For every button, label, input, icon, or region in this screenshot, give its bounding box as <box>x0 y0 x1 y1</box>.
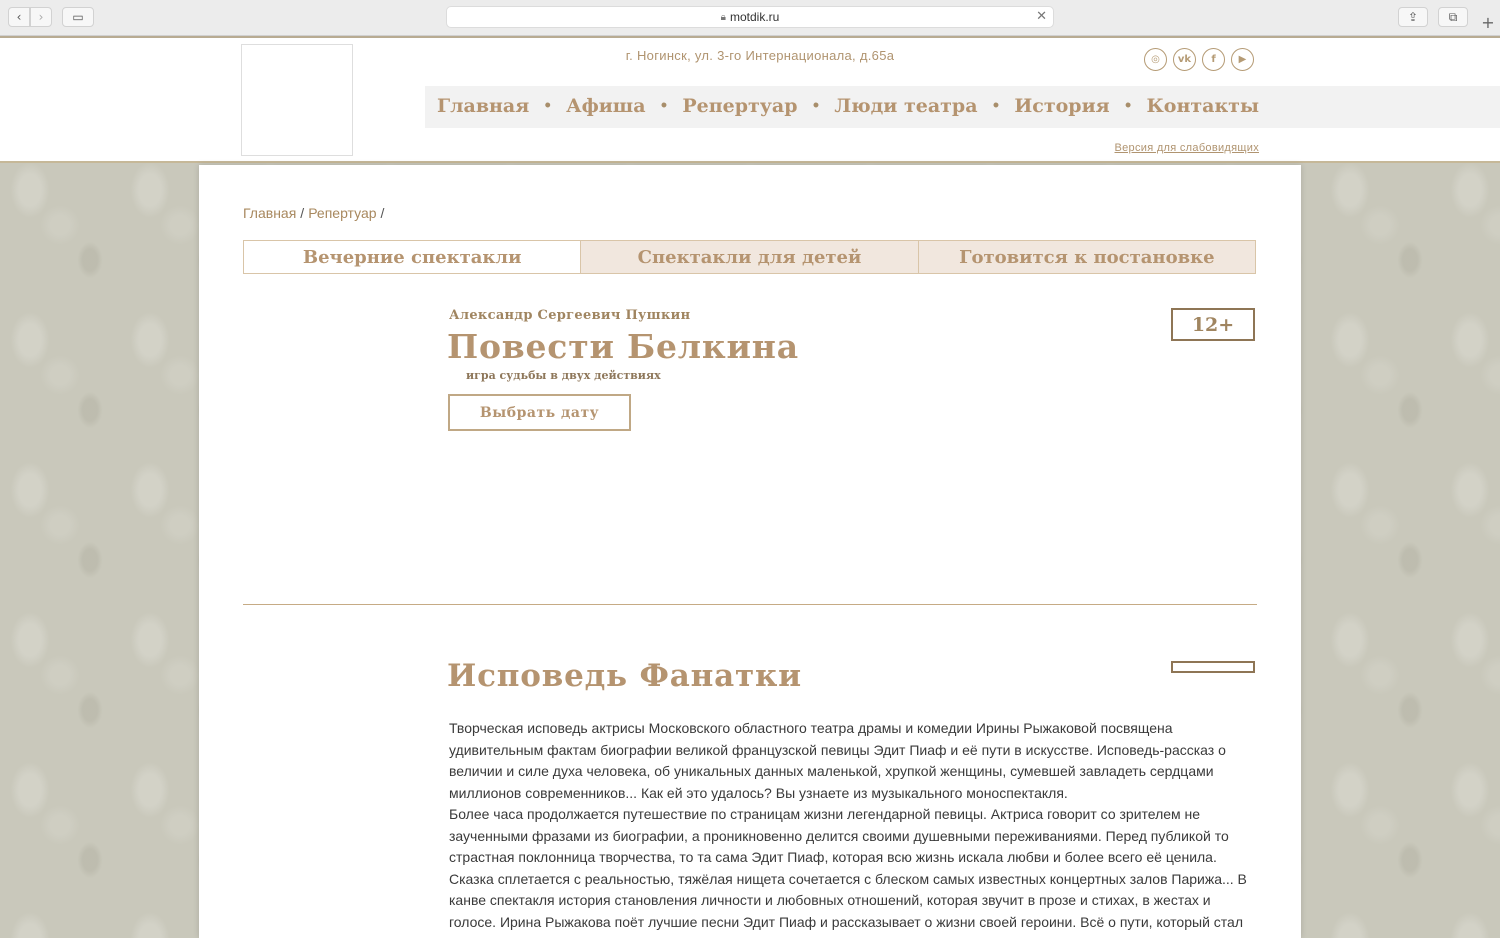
divider <box>243 604 1257 605</box>
nav-item-history[interactable]: История <box>1014 95 1109 117</box>
age-rating-badge: 12+ <box>1171 308 1255 341</box>
breadcrumb-home[interactable]: Главная <box>243 205 296 221</box>
performance-author: Александр Сергеевич Пушкин <box>449 308 691 323</box>
share-button[interactable]: ⇪ <box>1398 7 1428 27</box>
nav-item-people[interactable]: Люди театра <box>834 95 977 117</box>
close-icon[interactable]: ✕ <box>1036 9 1047 24</box>
low-vision-link[interactable]: Версия для слабовидящих <box>1115 142 1260 154</box>
tab-evening[interactable]: Вечерние спектакли <box>244 241 581 273</box>
description-paragraph: Творческая исповедь актрисы Московского … <box>449 720 1226 801</box>
lock-icon: 🔒︎ <box>720 11 726 23</box>
nav-item-contacts[interactable]: Контакты <box>1147 95 1260 117</box>
nav-separator: • <box>811 98 821 114</box>
nav-item-afisha[interactable]: Афиша <box>566 95 645 117</box>
nav-separator: • <box>543 98 553 114</box>
theatre-address: г. Ногинск, ул. 3-го Интернационала, д.6… <box>625 48 895 63</box>
facebook-icon[interactable]: f <box>1202 48 1225 71</box>
age-rating-badge <box>1171 661 1255 673</box>
repertoire-tabs: Вечерние спектакли Спектакли для детей Г… <box>243 240 1256 274</box>
chevron-left-icon: ‹ <box>16 10 22 24</box>
nav-separator: • <box>659 98 669 114</box>
sidebar-icon: ▭ <box>72 10 84 24</box>
description-paragraph: Сказка сплетается с реальностью, тяжёлая… <box>449 870 1247 938</box>
vk-icon[interactable]: vk <box>1173 48 1196 71</box>
main-nav: Главная • Афиша • Репертуар • Люди театр… <box>437 95 1259 117</box>
youtube-icon[interactable]: ▶ <box>1231 48 1254 71</box>
performance-subtitle: игра судьбы в двух действиях <box>466 369 661 382</box>
breadcrumb-separator: / <box>380 205 385 221</box>
social-links: ◎ vk f ▶ <box>1144 48 1254 71</box>
performance-title[interactable]: Исповедь Фанатки <box>447 658 802 694</box>
logo[interactable] <box>241 44 353 156</box>
choose-date-button[interactable]: Выбрать дату <box>448 394 631 431</box>
browser-toolbar: ‹ › ▭ 🔒︎ motdik.ru ✕ ⇪ ⧉ + <box>0 0 1500 36</box>
chevron-right-icon: › <box>38 10 44 24</box>
forward-button[interactable]: › <box>30 7 52 27</box>
tab-children[interactable]: Спектакли для детей <box>580 241 918 273</box>
plus-icon: + <box>1481 12 1495 32</box>
url-text: motdik.ru <box>729 10 780 24</box>
nav-separator: • <box>991 98 1001 114</box>
nav-separator: • <box>1123 98 1133 114</box>
instagram-icon[interactable]: ◎ <box>1144 48 1167 71</box>
new-tab-button[interactable]: + <box>1478 12 1498 32</box>
performance-title[interactable]: Повести Белкина <box>447 327 799 366</box>
breadcrumb-separator: / <box>300 205 305 221</box>
tabs-icon: ⧉ <box>1448 9 1458 24</box>
content-card: Главная / Репертуар / Вечерние спектакли Сп… <box>199 165 1301 938</box>
breadcrumb: Главная / Репертуар / <box>243 205 388 221</box>
breadcrumb-repertoire[interactable]: Репертуар <box>308 205 376 221</box>
nav-item-home[interactable]: Главная <box>437 95 529 117</box>
share-icon: ⇪ <box>1407 10 1419 24</box>
address-bar[interactable]: 🔒︎ motdik.ru ✕ <box>446 6 1054 28</box>
performance-description: Творческая исповедь актрисы Московского … <box>449 718 1259 938</box>
description-paragraph: Более часа продолжается путешествие по с… <box>449 806 1229 865</box>
sidebar-toggle-button[interactable]: ▭ <box>62 7 94 27</box>
back-button[interactable]: ‹ <box>8 7 30 27</box>
site-header: г. Ногинск, ул. 3-го Интернационала, д.6… <box>0 36 1500 163</box>
tab-upcoming[interactable]: Готовится к постановке <box>917 241 1255 273</box>
tabs-overview-button[interactable]: ⧉ <box>1438 7 1468 27</box>
nav-item-repertoire[interactable]: Репертуар <box>682 95 797 117</box>
